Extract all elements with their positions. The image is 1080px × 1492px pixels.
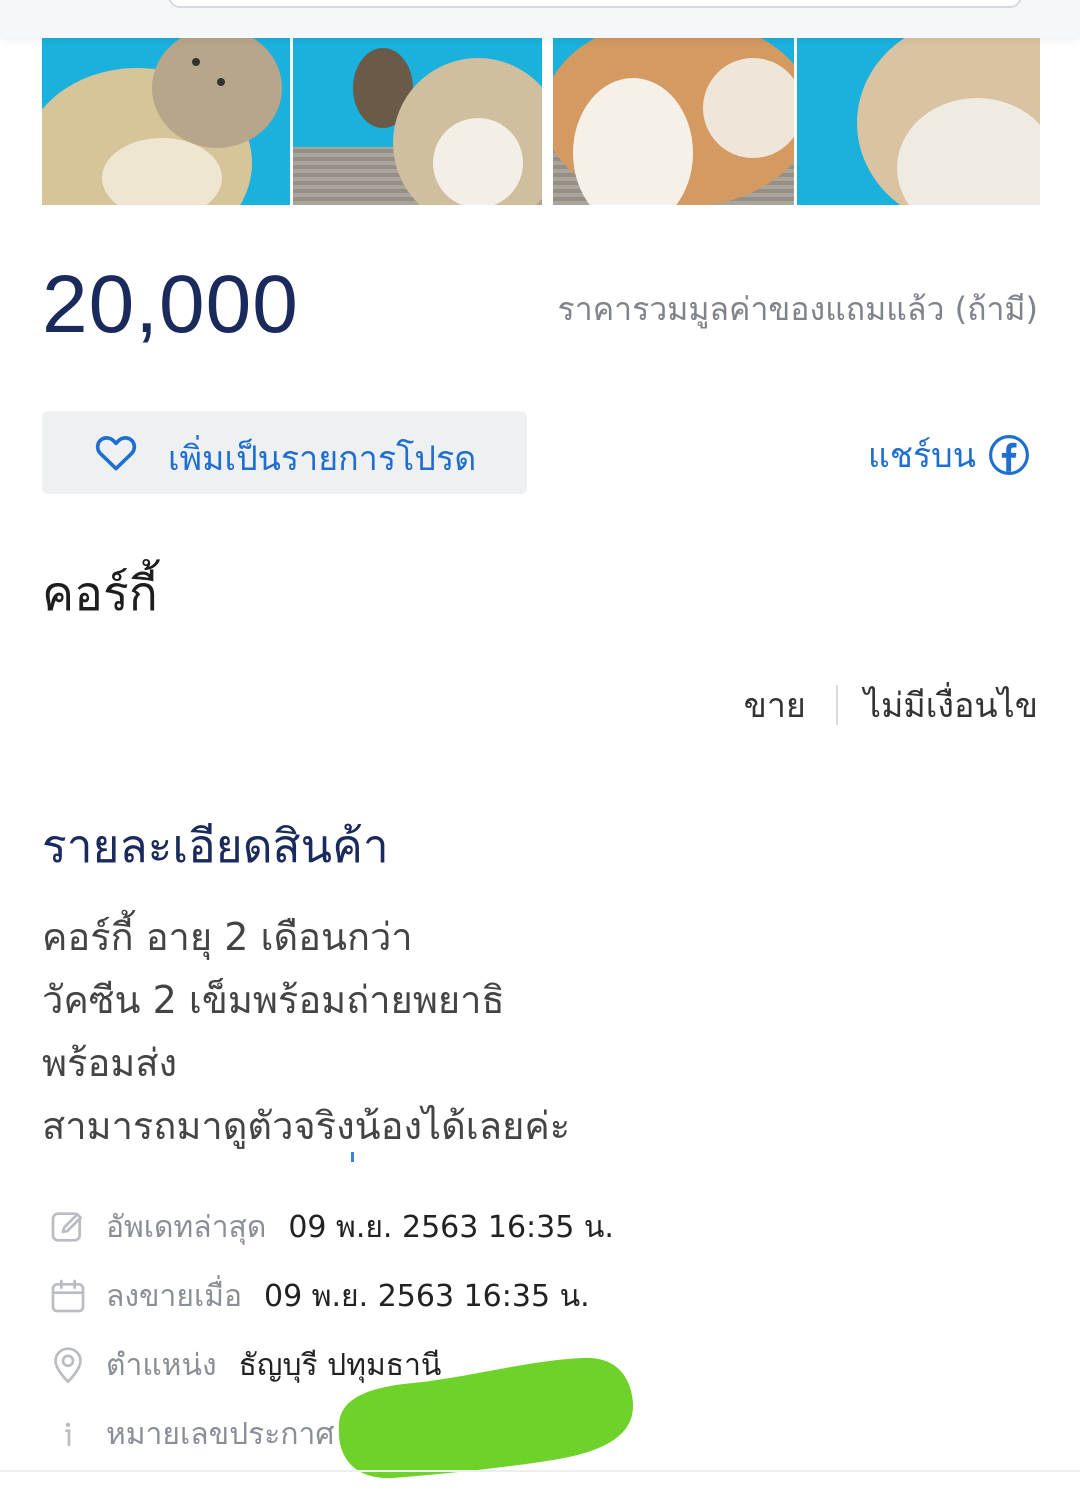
- listing-tags: ขาย ไม่มีเงื่อนไข: [744, 678, 1038, 732]
- redaction-scribble: [338, 1357, 633, 1479]
- heart-icon: [95, 436, 137, 471]
- facebook-icon: [989, 435, 1029, 475]
- details-heading: รายละเอียดสินค้า: [42, 819, 389, 873]
- section-divider: [0, 1470, 1080, 1472]
- text-cursor-mark: [351, 1152, 354, 1162]
- add-to-favorites-button[interactable]: เพิ่มเป็นรายการโปรด: [42, 411, 527, 494]
- search-bar-edge[interactable]: [168, 0, 1022, 8]
- tag-divider: [835, 685, 838, 725]
- tag-sale: ขาย: [743, 686, 806, 726]
- updated-value: 09 พ.ย. 2563 16:35 น.: [288, 1209, 614, 1245]
- location-pin-icon: [54, 1347, 82, 1384]
- description: คอร์กี้ อายุ 2 เดือนกว่า วัคซีน 2 เข็มพร…: [42, 906, 570, 1158]
- location-label: ตำแหน่ง: [106, 1347, 217, 1383]
- gallery-photo-3[interactable]: [553, 38, 797, 205]
- posted-label: ลงขายเมื่อ: [106, 1278, 243, 1314]
- calendar-icon: [51, 1279, 85, 1313]
- info-icon: [65, 1422, 71, 1447]
- listing-title: คอร์กี้: [42, 566, 158, 622]
- gallery-photo-1[interactable]: [42, 38, 293, 205]
- posted-value: 09 พ.ย. 2563 16:35 น.: [264, 1278, 590, 1314]
- updated-label: อัพเดทล่าสุด: [106, 1209, 267, 1245]
- listing-id-label: หมายเลขประกาศ: [106, 1416, 335, 1452]
- description-line: วัคซีน 2 เข็มพร้อมถ่ายพยาธิ: [42, 978, 505, 1022]
- top-header: [0, 0, 1080, 38]
- gallery-photo-2[interactable]: [293, 38, 553, 205]
- description-line: สามารถมาดูตัวจริงน้องได้เลยค่ะ: [42, 1104, 571, 1148]
- description-line: พร้อมส่ง: [42, 1041, 178, 1085]
- edit-icon: [51, 1212, 82, 1242]
- share-label: แชร์บน: [867, 436, 976, 476]
- meta-listing-id: หมายเลขประกาศ: [48, 1412, 356, 1456]
- price-note: ราคารวมมูลค่าของแถมแล้ว (ถ้ามี): [557, 290, 1038, 328]
- gallery-photo-4[interactable]: [797, 38, 1040, 205]
- meta-posted: ลงขายเมื่อ 09 พ.ย. 2563 16:35 น.: [48, 1274, 590, 1318]
- share-facebook-link[interactable]: แชร์บน: [868, 428, 1030, 482]
- photo-gallery: [42, 38, 1040, 205]
- meta-updated: อัพเดทล่าสุด 09 พ.ย. 2563 16:35 น.: [48, 1205, 614, 1249]
- description-line: คอร์กี้ อายุ 2 เดือนกว่า: [42, 915, 413, 959]
- price: 20,000: [42, 259, 299, 350]
- add-to-favorites-label: เพิ่มเป็นรายการโปรด: [168, 439, 477, 479]
- tag-condition: ไม่มีเงื่อนไข: [863, 686, 1038, 726]
